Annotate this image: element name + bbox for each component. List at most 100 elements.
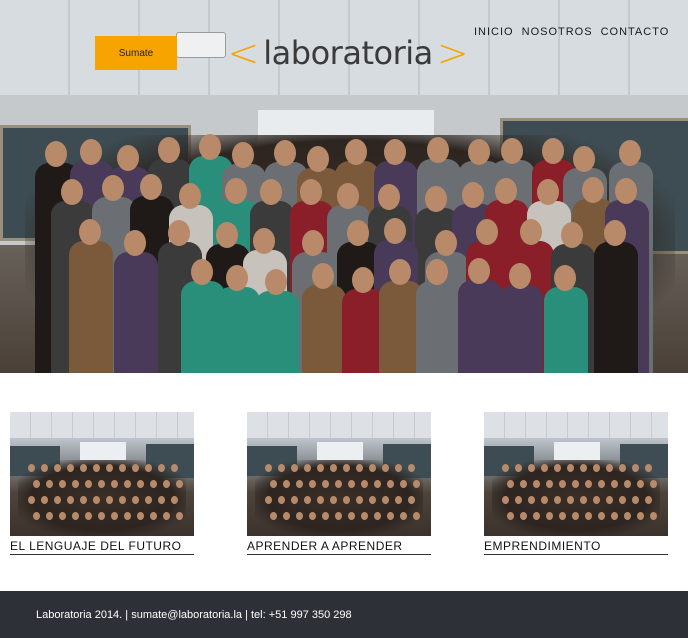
person-face bbox=[61, 178, 84, 205]
thumb-person bbox=[387, 512, 394, 520]
thumb-person bbox=[296, 512, 303, 520]
thumb-person bbox=[270, 480, 277, 488]
thumb-person bbox=[533, 480, 540, 488]
thumb-person bbox=[54, 464, 61, 472]
thumb-person bbox=[278, 496, 285, 504]
person-body bbox=[302, 284, 347, 373]
thumb-person bbox=[606, 496, 613, 504]
thumb-person bbox=[330, 496, 337, 504]
thumb-person bbox=[413, 512, 420, 520]
thumb-person bbox=[85, 512, 92, 520]
thumb-person bbox=[356, 464, 363, 472]
person-face bbox=[352, 266, 375, 293]
thumb-person bbox=[400, 480, 407, 488]
thumb-person bbox=[59, 480, 66, 488]
person-face bbox=[273, 139, 296, 166]
thumb-person bbox=[80, 464, 87, 472]
logo-bracket-left: < bbox=[227, 31, 260, 75]
thumb-person bbox=[33, 512, 40, 520]
hero-group-photo: Sumate < laboratoria > INICIO NOSOTROS C… bbox=[0, 0, 688, 373]
thumb-person bbox=[637, 480, 644, 488]
thumb-person bbox=[106, 496, 113, 504]
thumb-person bbox=[408, 464, 415, 472]
nav-nosotros[interactable]: NOSOTROS bbox=[522, 26, 593, 38]
thumb-person bbox=[361, 512, 368, 520]
person-face bbox=[615, 178, 638, 205]
person-face bbox=[495, 177, 518, 204]
thumb-person bbox=[554, 496, 561, 504]
thumb-person bbox=[171, 496, 178, 504]
thumb-person bbox=[309, 480, 316, 488]
person-face bbox=[383, 138, 406, 165]
card-title[interactable]: EL LENGUAJE DEL FUTURO bbox=[10, 539, 194, 555]
thumb-person bbox=[124, 512, 131, 520]
person-face bbox=[519, 218, 542, 245]
thumb-person bbox=[650, 512, 657, 520]
person-face bbox=[425, 258, 448, 285]
thumb-person bbox=[520, 480, 527, 488]
card-thumbnail[interactable] bbox=[10, 412, 194, 536]
thumb-person bbox=[408, 496, 415, 504]
thumb-person bbox=[41, 496, 48, 504]
thumb-person bbox=[528, 464, 535, 472]
thumb-person bbox=[606, 464, 613, 472]
thumb-person bbox=[291, 464, 298, 472]
nav-contacto[interactable]: CONTACTO bbox=[601, 26, 670, 38]
person-face bbox=[179, 182, 202, 209]
thumb-person bbox=[361, 480, 368, 488]
thumb-person bbox=[59, 512, 66, 520]
laboratoria-logo[interactable]: < laboratoria > bbox=[227, 32, 468, 74]
thumb-person bbox=[171, 464, 178, 472]
thumb-person bbox=[507, 512, 514, 520]
thumb-person bbox=[559, 512, 566, 520]
thumb-person bbox=[304, 464, 311, 472]
thumb-person bbox=[554, 464, 561, 472]
nav-inicio[interactable]: INICIO bbox=[474, 26, 514, 38]
thumb-person bbox=[502, 464, 509, 472]
thumb-person bbox=[598, 480, 605, 488]
person-face bbox=[116, 145, 139, 172]
card-thumbnail[interactable] bbox=[484, 412, 668, 536]
thumb-person bbox=[645, 464, 652, 472]
person-face bbox=[572, 145, 595, 172]
thumb-person bbox=[119, 464, 126, 472]
thumb-person bbox=[637, 512, 644, 520]
person-face bbox=[426, 136, 449, 163]
thumb-person bbox=[515, 464, 522, 472]
card-aprender[interactable]: APRENDER A APRENDER bbox=[247, 412, 431, 555]
thumb-person bbox=[28, 496, 35, 504]
thumb-person bbox=[585, 480, 592, 488]
card-lenguaje[interactable]: EL LENGUAJE DEL FUTURO bbox=[10, 412, 194, 555]
thumb-person bbox=[41, 464, 48, 472]
thumb-person bbox=[98, 480, 105, 488]
thumb-person bbox=[593, 496, 600, 504]
thumb-person bbox=[46, 512, 53, 520]
person-face bbox=[299, 179, 322, 206]
thumb-person bbox=[515, 496, 522, 504]
person-face bbox=[44, 140, 67, 167]
thumb-person bbox=[541, 496, 548, 504]
thumb-person bbox=[296, 480, 303, 488]
sumate-button[interactable]: Sumate bbox=[95, 36, 177, 70]
thumb-person bbox=[356, 496, 363, 504]
thumb-person bbox=[502, 496, 509, 504]
person-face bbox=[424, 185, 447, 212]
card-emprendimiento[interactable]: EMPRENDIMIENTO bbox=[484, 412, 668, 555]
person-body bbox=[113, 252, 158, 373]
card-title[interactable]: APRENDER A APRENDER bbox=[247, 539, 431, 555]
thumb-person bbox=[413, 480, 420, 488]
thumb-person bbox=[572, 512, 579, 520]
person-face bbox=[383, 218, 406, 245]
card-thumbnail[interactable] bbox=[247, 412, 431, 536]
thumb-person bbox=[632, 496, 639, 504]
card-title[interactable]: EMPRENDIMIENTO bbox=[484, 539, 668, 555]
thumb-person bbox=[593, 464, 600, 472]
thumb-person bbox=[619, 496, 626, 504]
thumb-person bbox=[598, 512, 605, 520]
thumb-person bbox=[176, 512, 183, 520]
person-body bbox=[415, 280, 460, 373]
thumb-person bbox=[54, 496, 61, 504]
thumb-person bbox=[374, 512, 381, 520]
thumb-person bbox=[158, 496, 165, 504]
thumb-person bbox=[158, 464, 165, 472]
